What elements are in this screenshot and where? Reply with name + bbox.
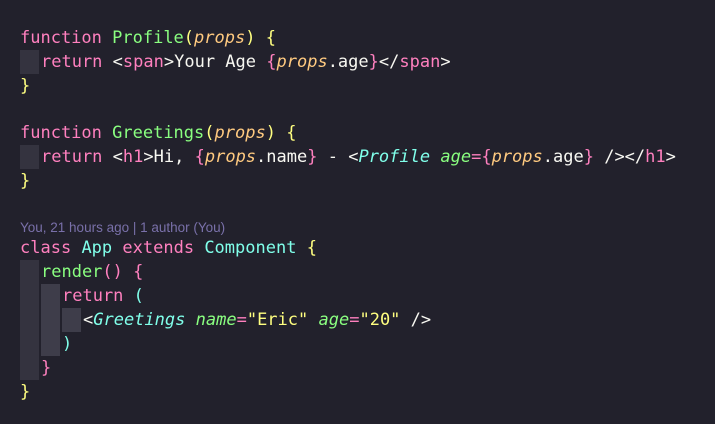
keyword-extends: extends [122,238,195,258]
code-line-13[interactable]: ) [62,332,72,356]
code-line-14[interactable]: } [41,356,51,380]
tag-h1: h1 [122,147,144,167]
code-editor[interactable]: function Profile(props) { return <span>Y… [0,0,715,424]
keyword-function: function [20,123,102,143]
param-props: props [276,52,328,72]
code-line-2[interactable]: return <span>Your Age {props.age}</span> [41,50,451,74]
code-line-9[interactable]: class App extends Component { [20,236,317,260]
class-name-app: App [81,238,113,258]
indent-guide [20,260,39,380]
keyword-return: return [41,52,103,72]
codelens-blame[interactable]: You, 21 hours ago | 1 author (You) [20,218,225,238]
param-props: props [204,147,257,167]
param-props: props [214,123,266,143]
code-line-10[interactable]: render() { [41,260,143,284]
param-props: props [194,28,246,48]
keyword-class: class [20,238,72,258]
code-line-1[interactable]: function Profile(props) { [20,26,276,50]
string-twenty: "20" [359,310,401,330]
jsx-text-hi: Hi, [153,147,195,167]
method-render: render [41,262,103,282]
code-line-12[interactable]: <Greetings name="Eric" age="20" /> [83,308,431,332]
jsx-text-your-age: Your Age [174,52,267,72]
tag-span: span [122,52,164,72]
attr-age: age [318,310,350,330]
code-line-15[interactable]: } [20,380,30,404]
attr-name: name [195,310,237,330]
param-props: props [491,147,543,167]
code-line-7[interactable]: } [20,169,30,193]
attr-age: age [440,147,472,167]
tag-h1: h1 [645,147,666,167]
code-line-5[interactable]: function Greetings(props) { [20,121,296,145]
string-eric: "Eric" [246,310,309,330]
component-profile: Profile [358,147,431,167]
code-line-3[interactable]: } [20,74,30,98]
component-greetings: Greetings [93,310,186,330]
code-line-11[interactable]: return ( [62,284,144,308]
indent-guide-active [62,308,81,332]
function-name-greetings: Greetings [112,123,205,143]
indent-guide [20,50,39,74]
indent-guide [20,145,39,169]
tag-span: span [399,52,441,72]
class-name-component: Component [204,238,297,258]
keyword-return: return [62,286,124,306]
keyword-function: function [20,28,102,48]
keyword-return: return [41,147,103,167]
function-name-profile: Profile [112,28,184,48]
code-line-6[interactable]: return <h1>Hi, {props.name} - <Profile a… [41,145,676,169]
indent-guide-active [41,284,60,356]
